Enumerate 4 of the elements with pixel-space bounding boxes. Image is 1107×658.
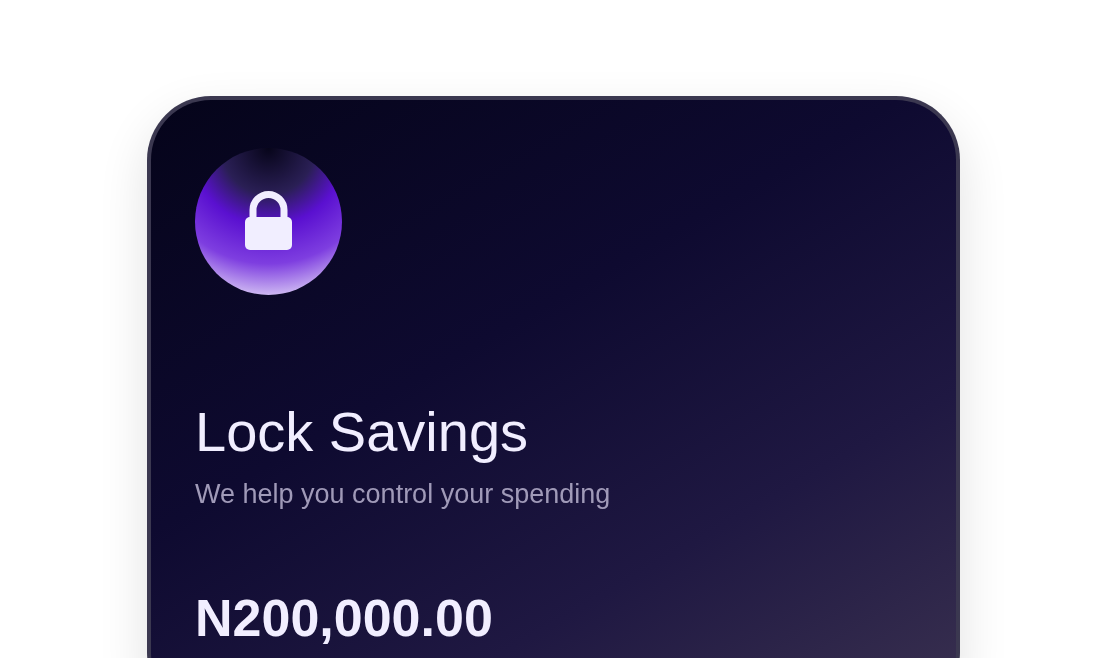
card-subtitle: We help you control your spending xyxy=(195,478,612,510)
lock-icon xyxy=(195,148,342,295)
savings-amount: N200,000.00 xyxy=(195,591,493,644)
card-title: Lock Savings xyxy=(195,401,530,463)
